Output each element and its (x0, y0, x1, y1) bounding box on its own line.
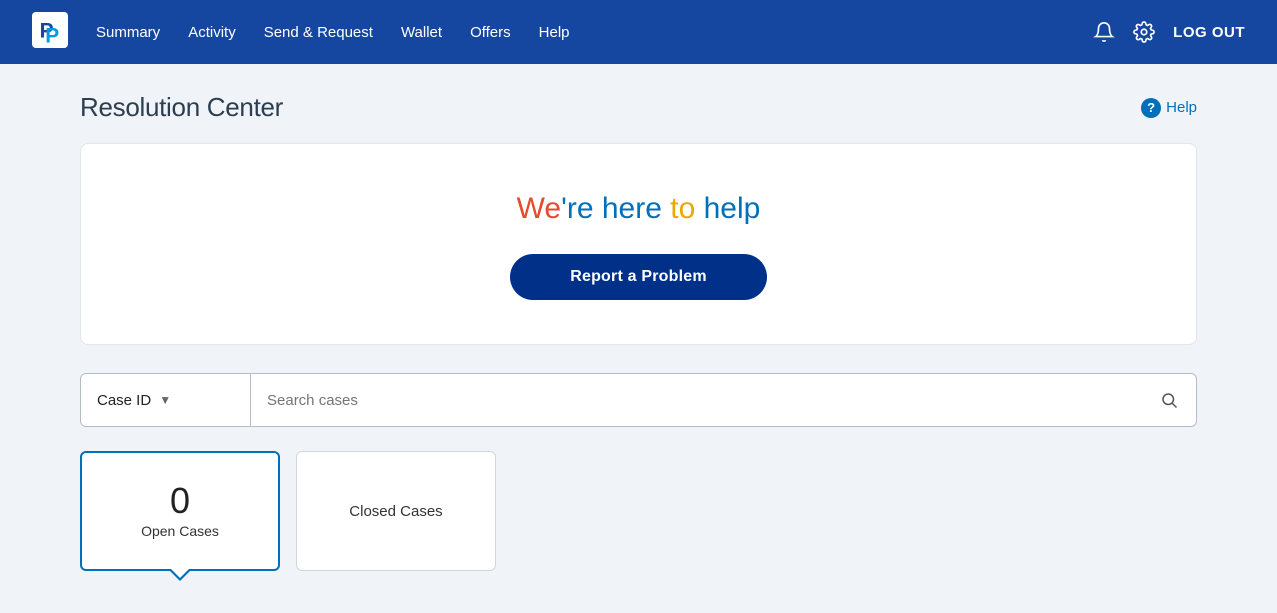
nav-summary[interactable]: Summary (96, 20, 160, 45)
search-row: Case ID ▼ (80, 373, 1197, 427)
search-type-dropdown[interactable]: Case ID ▼ (81, 374, 251, 426)
main-nav: Summary Activity Send & Request Wallet O… (96, 20, 1093, 45)
chevron-down-icon: ▼ (159, 393, 171, 407)
main-content: Resolution Center ? Help We're here to h… (0, 64, 1277, 599)
closed-cases-card[interactable]: Closed Cases (296, 451, 496, 571)
hero-title-re: 're (561, 192, 602, 225)
hero-title: We're here to help (121, 192, 1156, 226)
help-link[interactable]: ? Help (1141, 98, 1197, 118)
nav-help[interactable]: Help (539, 20, 570, 45)
report-problem-button[interactable]: Report a Problem (510, 254, 767, 300)
hero-title-here: here (602, 192, 670, 225)
notifications-button[interactable] (1093, 21, 1115, 43)
help-circle-icon: ? (1141, 98, 1161, 118)
nav-offers[interactable]: Offers (470, 20, 511, 45)
logout-button[interactable]: LOG OUT (1173, 24, 1245, 41)
svg-text:P: P (45, 24, 59, 47)
hero-card: We're here to help Report a Problem (80, 143, 1197, 345)
page-title-row: Resolution Center ? Help (80, 92, 1197, 123)
help-link-label: Help (1166, 99, 1197, 116)
header-right: LOG OUT (1093, 21, 1245, 43)
search-dropdown-label: Case ID (97, 392, 151, 409)
open-cases-card[interactable]: 0 Open Cases (80, 451, 280, 571)
nav-send-request[interactable]: Send & Request (264, 20, 373, 45)
hero-title-to: to (670, 192, 703, 225)
nav-activity[interactable]: Activity (188, 20, 236, 45)
open-cases-count: 0 (170, 483, 190, 519)
main-header: P P Summary Activity Send & Request Wall… (0, 0, 1277, 64)
closed-cases-label: Closed Cases (349, 503, 442, 520)
cases-row: 0 Open Cases Closed Cases (80, 451, 1197, 571)
search-button[interactable] (1142, 374, 1196, 426)
nav-wallet[interactable]: Wallet (401, 20, 442, 45)
page-title: Resolution Center (80, 92, 283, 123)
settings-button[interactable] (1133, 21, 1155, 43)
hero-title-we: We (517, 192, 561, 225)
search-input[interactable] (251, 374, 1142, 426)
open-cases-label: Open Cases (141, 523, 219, 539)
hero-title-help: help (704, 192, 761, 225)
paypal-logo[interactable]: P P (32, 12, 68, 53)
